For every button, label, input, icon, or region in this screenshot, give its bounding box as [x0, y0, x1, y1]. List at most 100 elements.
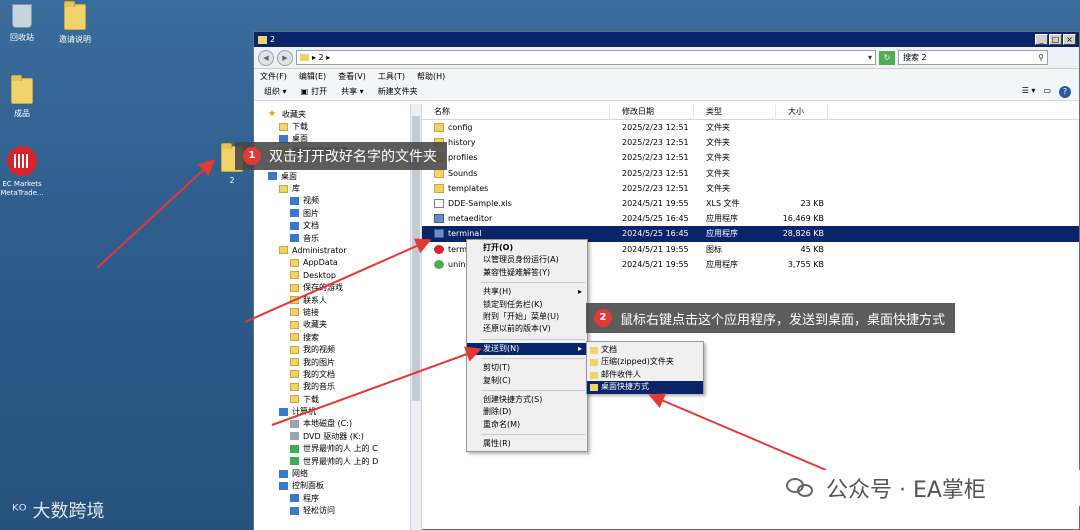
send-to-item[interactable]: 桌面快捷方式: [587, 381, 703, 394]
file-size: 45 KB: [800, 244, 824, 254]
nav-item[interactable]: 视频: [254, 195, 421, 207]
menu-edit[interactable]: 编辑(E): [299, 71, 326, 82]
nav-item[interactable]: Desktop: [254, 269, 421, 281]
nav-item[interactable]: ★ 收藏夹: [254, 108, 421, 120]
menu-item-label: 共享(H): [483, 287, 512, 297]
nav-item[interactable]: 世界最帅的人 上的 D: [254, 455, 421, 467]
step-badge: 1: [243, 147, 261, 165]
nav-item[interactable]: 下载: [254, 120, 421, 132]
nav-item[interactable]: 链接: [254, 306, 421, 318]
file-row[interactable]: DDE-Sample.xls 2024/5/21 19:55 XLS 文件 23 KB: [422, 196, 1079, 211]
file-row[interactable]: templates 2025/2/23 12:51 文件夹: [422, 181, 1079, 196]
context-menu-item[interactable]: 附到「开始」菜单(U): [467, 311, 587, 323]
nav-item[interactable]: 文档: [254, 220, 421, 232]
nav-item[interactable]: 库: [254, 182, 421, 194]
nav-item[interactable]: 搜索: [254, 331, 421, 343]
menu-file[interactable]: 文件(F): [260, 71, 287, 82]
nav-item[interactable]: 联系人: [254, 294, 421, 306]
nav-item[interactable]: 计算机: [254, 405, 421, 417]
nav-item[interactable]: 收藏夹: [254, 319, 421, 331]
menu-view[interactable]: 查看(V): [338, 71, 366, 82]
desktop-icon-metatrader[interactable]: EC Markets MetaTrade...: [0, 146, 52, 198]
drive-icon: [290, 432, 299, 441]
nav-item[interactable]: 世界最帅的人 上的 C: [254, 443, 421, 455]
folder-icon: [300, 54, 309, 61]
nav-item[interactable]: AppData: [254, 257, 421, 269]
window-titlebar[interactable]: 2 _ □ ×: [254, 32, 1079, 47]
context-menu-item[interactable]: 发送到(N) ▸: [467, 342, 587, 356]
nav-item[interactable]: 控制面板: [254, 480, 421, 492]
context-menu-item[interactable]: 剪切(T): [467, 362, 587, 374]
nav-item[interactable]: 程序: [254, 492, 421, 504]
column-date[interactable]: 修改日期: [610, 103, 694, 120]
context-menu-item[interactable]: 共享(H) ▸: [467, 286, 587, 298]
nav-item[interactable]: 网络: [254, 467, 421, 479]
maximize-button[interactable]: □: [1049, 34, 1062, 45]
minimize-button[interactable]: _: [1035, 34, 1048, 45]
nav-item[interactable]: Administrator: [254, 244, 421, 256]
help-icon[interactable]: ?: [1059, 85, 1071, 98]
desktop-icon-product[interactable]: 成品: [0, 75, 52, 119]
context-menu-item[interactable]: 还原以前的版本(V): [467, 323, 587, 335]
nav-item-label: 收藏夹: [282, 109, 306, 119]
share-button[interactable]: 共享 ▾: [341, 86, 364, 97]
column-size[interactable]: 大小: [776, 103, 828, 120]
context-menu-item[interactable]: 兼容性疑难解答(Y): [467, 267, 587, 279]
nav-item[interactable]: 下载: [254, 393, 421, 405]
address-input[interactable]: ▸ 2 ▸ ▾: [296, 50, 876, 65]
back-button[interactable]: ◀: [258, 49, 274, 66]
context-menu-item[interactable]: 重命名(M): [467, 419, 587, 431]
nav-item[interactable]: 图片: [254, 207, 421, 219]
nav-item-label: 计算机: [292, 407, 316, 417]
file-name-cell: templates: [422, 183, 610, 193]
address-path: ▸ 2 ▸: [312, 53, 331, 62]
menu-help[interactable]: 帮助(H): [417, 71, 445, 82]
file-row[interactable]: history 2025/2/23 12:51 文件夹: [422, 135, 1079, 150]
nav-item[interactable]: 桌面: [254, 170, 421, 182]
column-name[interactable]: 名称: [422, 103, 610, 120]
file-row[interactable]: metaeditor 2024/5/25 16:45 应用程序 16,469 KB: [422, 211, 1079, 226]
search-input[interactable]: 搜索 2 ⚲: [898, 50, 1048, 65]
nav-item[interactable]: 轻松访问: [254, 505, 421, 517]
nav-item[interactable]: 我的音乐: [254, 381, 421, 393]
nav-item[interactable]: 本地磁盘 (C:): [254, 418, 421, 430]
file-size: 3,755 KB: [787, 259, 824, 269]
send-to-item[interactable]: 文档: [587, 344, 703, 356]
window-title: 2: [270, 35, 276, 44]
menu-tools[interactable]: 工具(T): [378, 71, 405, 82]
new-folder-button[interactable]: 新建文件夹: [378, 86, 418, 97]
refresh-button[interactable]: ↻: [879, 50, 895, 65]
column-type[interactable]: 类型: [694, 103, 776, 120]
context-menu-item[interactable]: 以管理员身份运行(A): [467, 254, 587, 266]
nav-item[interactable]: 我的图片: [254, 356, 421, 368]
file-name: config: [448, 123, 473, 133]
view-options-icon[interactable]: ☰ ▾: [1022, 86, 1036, 98]
chevron-down-icon[interactable]: ▾: [865, 53, 875, 62]
context-menu-item[interactable]: 复制(C): [467, 375, 587, 387]
file-date: 2025/2/23 12:51: [622, 168, 689, 178]
menu-separator: [481, 434, 585, 436]
close-button[interactable]: ×: [1063, 34, 1076, 45]
nav-item[interactable]: 音乐: [254, 232, 421, 244]
nav-item[interactable]: 我的文档: [254, 368, 421, 380]
file-row[interactable]: config 2025/2/23 12:51 文件夹: [422, 120, 1079, 135]
organize-button[interactable]: 组织 ▾: [264, 86, 287, 97]
send-to-item[interactable]: 压缩(zipped)文件夹: [587, 356, 703, 368]
forward-button[interactable]: ▶: [277, 49, 293, 66]
desktop-icon-invite[interactable]: 邀请说明: [45, 1, 105, 45]
callout-text: 鼠标右键点击这个应用程序，发送到桌面，桌面快捷方式: [620, 312, 946, 328]
folder-icon: [279, 122, 288, 131]
context-menu-item[interactable]: 创建快捷方式(S): [467, 394, 587, 406]
send-to-item[interactable]: 邮件收件人: [587, 369, 703, 381]
context-menu-item[interactable]: 锁定到任务栏(K): [467, 299, 587, 311]
file-row[interactable]: Sounds 2025/2/23 12:51 文件夹: [422, 166, 1079, 181]
context-menu-item[interactable]: 属性(R): [467, 438, 587, 450]
nav-item[interactable]: DVD 驱动器 (K:): [254, 430, 421, 442]
nav-item[interactable]: 我的视频: [254, 343, 421, 355]
nav-item[interactable]: 保存的游戏: [254, 281, 421, 293]
context-menu-item[interactable]: 删除(D): [467, 406, 587, 418]
context-menu-item[interactable]: 打开(O): [467, 242, 587, 254]
file-row[interactable]: profiles 2025/2/23 12:51 文件夹: [422, 150, 1079, 165]
open-button[interactable]: ▣ 打开: [301, 86, 328, 97]
preview-pane-icon[interactable]: ▭: [1043, 86, 1051, 98]
